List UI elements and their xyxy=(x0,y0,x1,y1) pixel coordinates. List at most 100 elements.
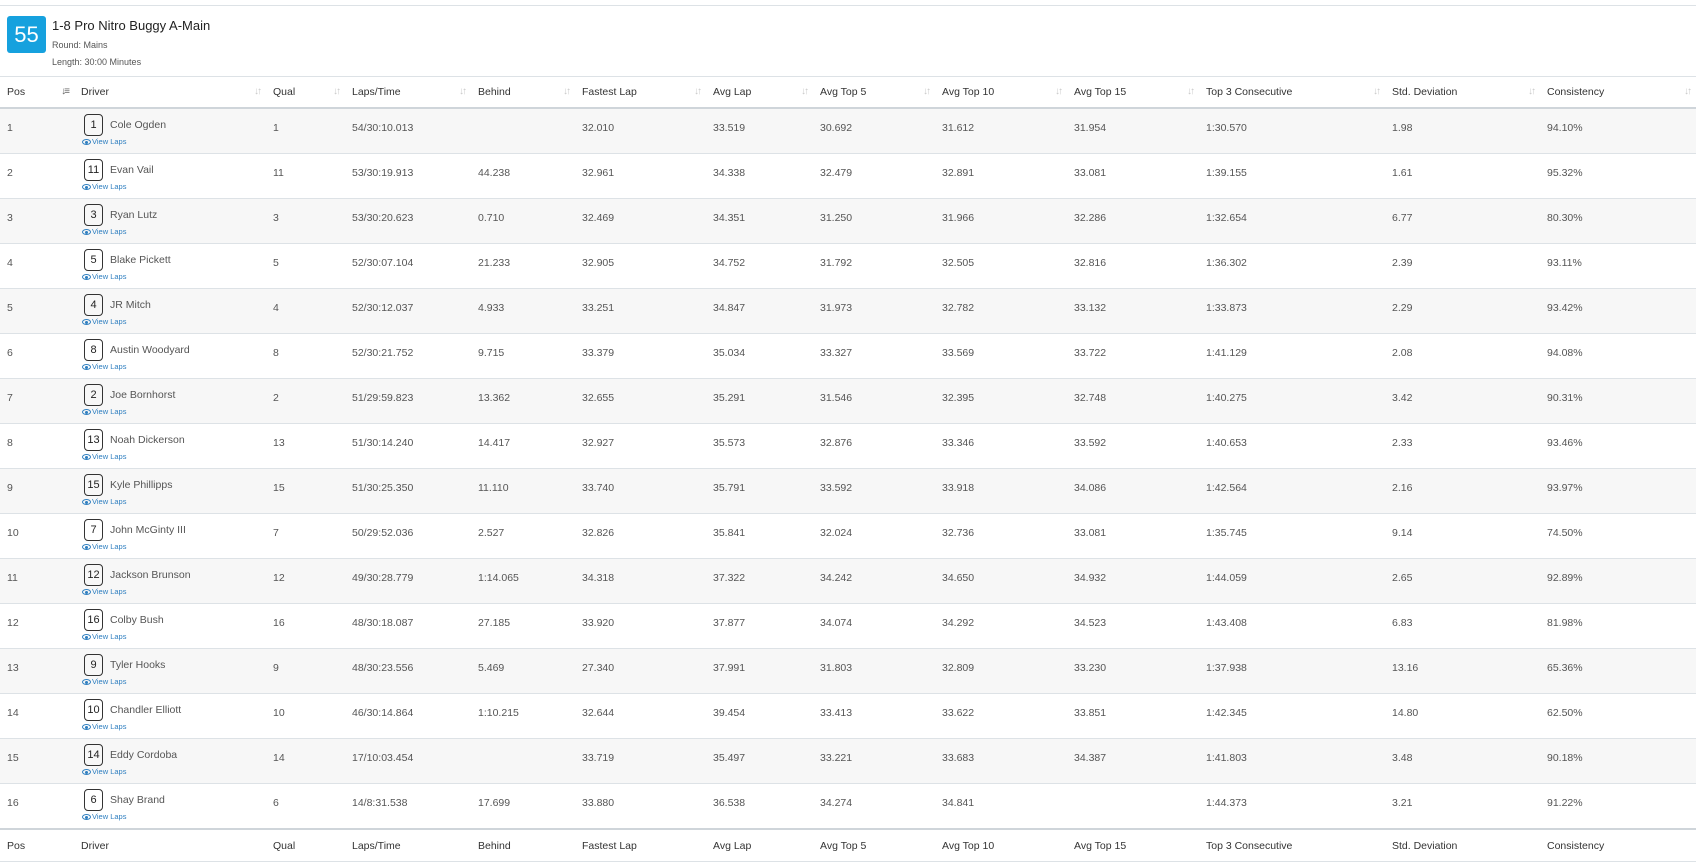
sort-icon[interactable]: ↓↑ xyxy=(1684,86,1692,97)
cell-avg-top-5: 31.250 xyxy=(813,198,935,244)
sort-icon[interactable]: ↓↑ xyxy=(1373,86,1381,97)
view-laps-link[interactable]: View Laps xyxy=(82,542,266,551)
view-laps-link[interactable]: View Laps xyxy=(82,137,266,146)
cell-consistency: 93.97% xyxy=(1540,468,1696,514)
col-header-pos[interactable]: Pos ↓≡ xyxy=(0,76,74,109)
col-footer-avg-top-5: Avg Top 5 xyxy=(813,828,935,862)
cell-avg-lap: 35.791 xyxy=(706,468,813,514)
view-laps-label: View Laps xyxy=(92,767,127,776)
col-header-std-deviation[interactable]: Std. Deviation ↓↑ xyxy=(1385,76,1540,109)
col-header-driver[interactable]: Driver ↓↑ xyxy=(74,76,266,109)
sort-icon[interactable]: ↓↑ xyxy=(923,86,931,97)
sort-active-icon[interactable]: ↓≡ xyxy=(61,86,70,97)
race-number-badge: 55 xyxy=(7,16,46,53)
view-laps-link[interactable]: View Laps xyxy=(82,812,266,821)
cell-qual: 12 xyxy=(266,558,345,604)
cell-consistency: 62.50% xyxy=(1540,693,1696,739)
view-laps-link[interactable]: View Laps xyxy=(82,452,266,461)
cell-avg-lap: 36.538 xyxy=(706,783,813,830)
view-laps-label: View Laps xyxy=(92,452,127,461)
cell-laps-time: 50/29:52.036 xyxy=(345,513,471,559)
cell-behind xyxy=(471,738,575,784)
cell-laps-time: 52/30:07.104 xyxy=(345,243,471,289)
col-footer-consistency: Consistency xyxy=(1540,828,1696,862)
car-number-badge: 1 xyxy=(84,114,103,136)
cell-laps-time: 46/30:14.864 xyxy=(345,693,471,739)
cell-fastest-lap: 32.826 xyxy=(575,513,706,559)
sort-icon[interactable]: ↓↑ xyxy=(694,86,702,97)
car-number-badge: 5 xyxy=(84,249,103,271)
cell-avg-lap: 34.351 xyxy=(706,198,813,244)
cell-pos: 10 xyxy=(0,513,74,559)
col-header-avg-top-10[interactable]: Avg Top 10 ↓↑ xyxy=(935,76,1067,109)
race-length: Length: 30:00 Minutes xyxy=(52,57,142,67)
table-row: 4 5 Blake Pickett View Laps 5 52/30:07.104 21.… xyxy=(0,243,1696,289)
driver-name: Colby Bush xyxy=(110,614,164,626)
cell-avg-top-10: 34.292 xyxy=(935,603,1067,649)
view-laps-link[interactable]: View Laps xyxy=(82,182,266,191)
sort-icon[interactable]: ↓↑ xyxy=(801,86,809,97)
driver-name: JR Mitch xyxy=(110,299,151,311)
cell-avg-top-5: 34.274 xyxy=(813,783,935,830)
table-row: 16 6 Shay Brand View Laps 6 14/8:31.538 17.699… xyxy=(0,783,1696,830)
cell-driver: 2 Joe Bornhorst View Laps xyxy=(74,378,266,424)
view-laps-link[interactable]: View Laps xyxy=(82,497,266,506)
cell-driver: 14 Eddy Cordoba View Laps xyxy=(74,738,266,784)
view-laps-link[interactable]: View Laps xyxy=(82,227,266,236)
cell-pos: 7 xyxy=(0,378,74,424)
cell-avg-top-15: 34.387 xyxy=(1067,738,1199,784)
race-round: Round: Mains xyxy=(52,40,108,50)
col-header-qual[interactable]: Qual ↓↑ xyxy=(266,76,345,109)
race-title: 1-8 Pro Nitro Buggy A-Main xyxy=(52,18,211,33)
col-header-avg-top-15[interactable]: Avg Top 15 ↓↑ xyxy=(1067,76,1199,109)
eye-icon xyxy=(82,724,91,731)
view-laps-link[interactable]: View Laps xyxy=(82,632,266,641)
view-laps-link[interactable]: View Laps xyxy=(82,272,266,281)
cell-avg-top-15: 32.286 xyxy=(1067,198,1199,244)
col-header-fastest-lap[interactable]: Fastest Lap ↓↑ xyxy=(575,76,706,109)
col-header-consistency[interactable]: Consistency ↓↑ xyxy=(1540,76,1696,109)
cell-avg-top-10: 33.918 xyxy=(935,468,1067,514)
cell-behind: 44.238 xyxy=(471,153,575,199)
view-laps-link[interactable]: View Laps xyxy=(82,317,266,326)
cell-avg-lap: 35.497 xyxy=(706,738,813,784)
col-header-avg-lap[interactable]: Avg Lap ↓↑ xyxy=(706,76,813,109)
col-header-laps-time[interactable]: Laps/Time ↓↑ xyxy=(345,76,471,109)
view-laps-link[interactable]: View Laps xyxy=(82,722,266,731)
cell-driver: 9 Tyler Hooks View Laps xyxy=(74,648,266,694)
car-number-badge: 9 xyxy=(84,654,103,676)
sort-icon[interactable]: ↓↑ xyxy=(459,86,467,97)
cell-pos: 6 xyxy=(0,333,74,379)
table-row: 3 3 Ryan Lutz View Laps 3 53/30:20.623 0.710 32… xyxy=(0,198,1696,244)
cell-top-3-consecutive: 1:44.059 xyxy=(1199,558,1385,604)
cell-qual: 3 xyxy=(266,198,345,244)
cell-behind: 5.469 xyxy=(471,648,575,694)
cell-behind xyxy=(471,108,575,154)
cell-top-3-consecutive: 1:44.373 xyxy=(1199,783,1385,830)
sort-icon[interactable]: ↓↑ xyxy=(254,86,262,97)
view-laps-link[interactable]: View Laps xyxy=(82,587,266,596)
cell-pos: 14 xyxy=(0,693,74,739)
cell-fastest-lap: 33.379 xyxy=(575,333,706,379)
sort-icon[interactable]: ↓↑ xyxy=(333,86,341,97)
sort-icon[interactable]: ↓↑ xyxy=(1055,86,1063,97)
sort-icon[interactable]: ↓↑ xyxy=(1528,86,1536,97)
col-header-top-3-consecutive[interactable]: Top 3 Consecutive ↓↑ xyxy=(1199,76,1385,109)
view-laps-link[interactable]: View Laps xyxy=(82,767,266,776)
cell-pos: 3 xyxy=(0,198,74,244)
view-laps-link[interactable]: View Laps xyxy=(82,677,266,686)
sort-icon[interactable]: ↓↑ xyxy=(1187,86,1195,97)
view-laps-link[interactable]: View Laps xyxy=(82,407,266,416)
col-header-avg-top-5[interactable]: Avg Top 5 ↓↑ xyxy=(813,76,935,109)
header-row: Pos ↓≡ Driver ↓↑ Qual ↓↑ Laps/Time ↓↑ Behind… xyxy=(0,76,1696,109)
cell-driver: 1 Cole Ogden View Laps xyxy=(74,108,266,154)
car-number-badge: 7 xyxy=(84,519,103,541)
view-laps-link[interactable]: View Laps xyxy=(82,362,266,371)
cell-avg-top-10: 31.612 xyxy=(935,108,1067,154)
col-footer-fastest-lap: Fastest Lap xyxy=(575,828,706,862)
col-header-behind[interactable]: Behind ↓↑ xyxy=(471,76,575,109)
cell-avg-top-15: 33.132 xyxy=(1067,288,1199,334)
cell-qual: 8 xyxy=(266,333,345,379)
sort-icon[interactable]: ↓↑ xyxy=(563,86,571,97)
cell-std-deviation: 13.16 xyxy=(1385,648,1540,694)
